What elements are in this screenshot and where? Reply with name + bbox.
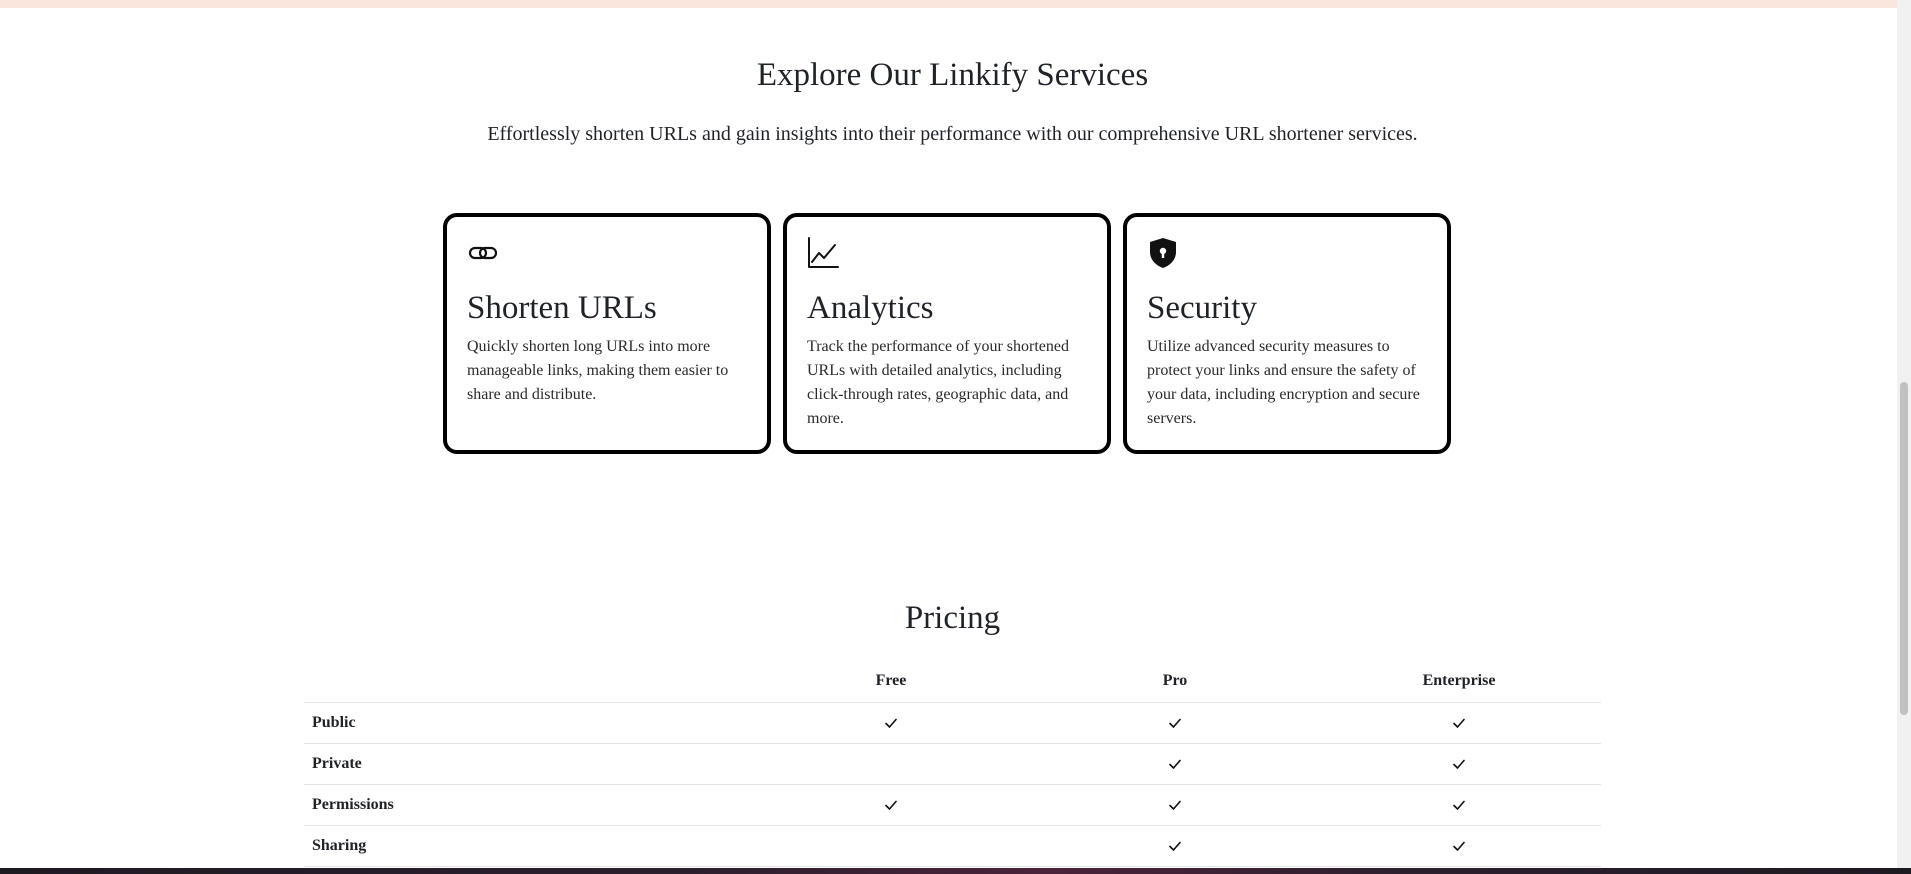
plan-header-pro: Pro: [1033, 660, 1317, 703]
checkmark-icon: [884, 796, 898, 813]
pricing-row: Sharing: [304, 825, 1601, 867]
checkmark-icon: [1452, 796, 1466, 813]
bottom-dark-strip: [0, 868, 1911, 874]
plan-header-enterprise: Enterprise: [1317, 660, 1601, 703]
pricing-table: Free Pro Enterprise Public Private Permiss…: [304, 660, 1601, 867]
service-card-security: Security Utilize advanced security measu…: [1123, 213, 1451, 454]
scrollbar-track[interactable]: [1897, 0, 1911, 874]
checkmark-icon: [1452, 714, 1466, 731]
service-card-analytics: Analytics Track the performance of your …: [783, 213, 1111, 454]
plan-cell: [749, 784, 1033, 826]
plan-cell: [1033, 702, 1317, 744]
plan-cell: [1317, 784, 1601, 826]
card-title: Security: [1147, 290, 1257, 326]
plan-cell: [1033, 784, 1317, 826]
plan-cell: [1317, 825, 1601, 867]
checkmark-icon: [1452, 755, 1466, 772]
plan-cell: [749, 743, 1033, 785]
plan-header-free: Free: [749, 660, 1033, 703]
feature-name: Permissions: [304, 784, 749, 826]
card-description: Track the performance of your shortened …: [807, 338, 1069, 427]
card-title: Analytics: [807, 290, 934, 326]
analytics-chart-icon: [808, 237, 839, 268]
checkmark-icon: [1168, 796, 1182, 813]
pricing-row: Public: [304, 702, 1601, 744]
feature-name: Public: [304, 702, 749, 744]
pricing-header-row: Free Pro Enterprise: [304, 660, 1601, 703]
scrollbar-thumb[interactable]: [1900, 382, 1908, 715]
card-description: Quickly shorten long URLs into more mana…: [467, 338, 729, 403]
plan-cell: [749, 825, 1033, 867]
pricing-title: Pricing: [904, 600, 1001, 636]
pricing-row: Private: [304, 743, 1601, 785]
services-cards: Shorten URLs Quickly shorten long URLs i…: [443, 213, 1451, 454]
plan-cell: [1033, 743, 1317, 785]
services-title: Explore Our Linkify Services: [756, 57, 1149, 93]
plan-cell: [1317, 743, 1601, 785]
pricing-body: Public Private Permissions Sharing: [304, 702, 1601, 867]
plan-cell: [1317, 702, 1601, 744]
checkmark-icon: [884, 714, 898, 731]
checkmark-icon: [1452, 837, 1466, 854]
checkmark-icon: [1168, 714, 1182, 731]
plan-cell: [749, 702, 1033, 744]
link-icon: [468, 246, 498, 260]
feature-name: Private: [304, 743, 749, 785]
card-description: Utilize advanced security measures to pr…: [1147, 338, 1420, 427]
services-subtitle: Effortlessly shorten URLs and gain insig…: [487, 123, 1418, 145]
checkmark-icon: [1168, 837, 1182, 854]
feature-name: Sharing: [304, 825, 749, 867]
pricing-header-feature: [304, 660, 749, 703]
service-card-shorten-urls: Shorten URLs Quickly shorten long URLs i…: [443, 213, 771, 454]
shield-lock-icon: [1150, 238, 1176, 268]
checkmark-icon: [1168, 755, 1182, 772]
plan-cell: [1033, 825, 1317, 867]
card-title: Shorten URLs: [467, 290, 657, 326]
pricing-row: Permissions: [304, 784, 1601, 826]
top-banner-strip: [0, 0, 1911, 8]
